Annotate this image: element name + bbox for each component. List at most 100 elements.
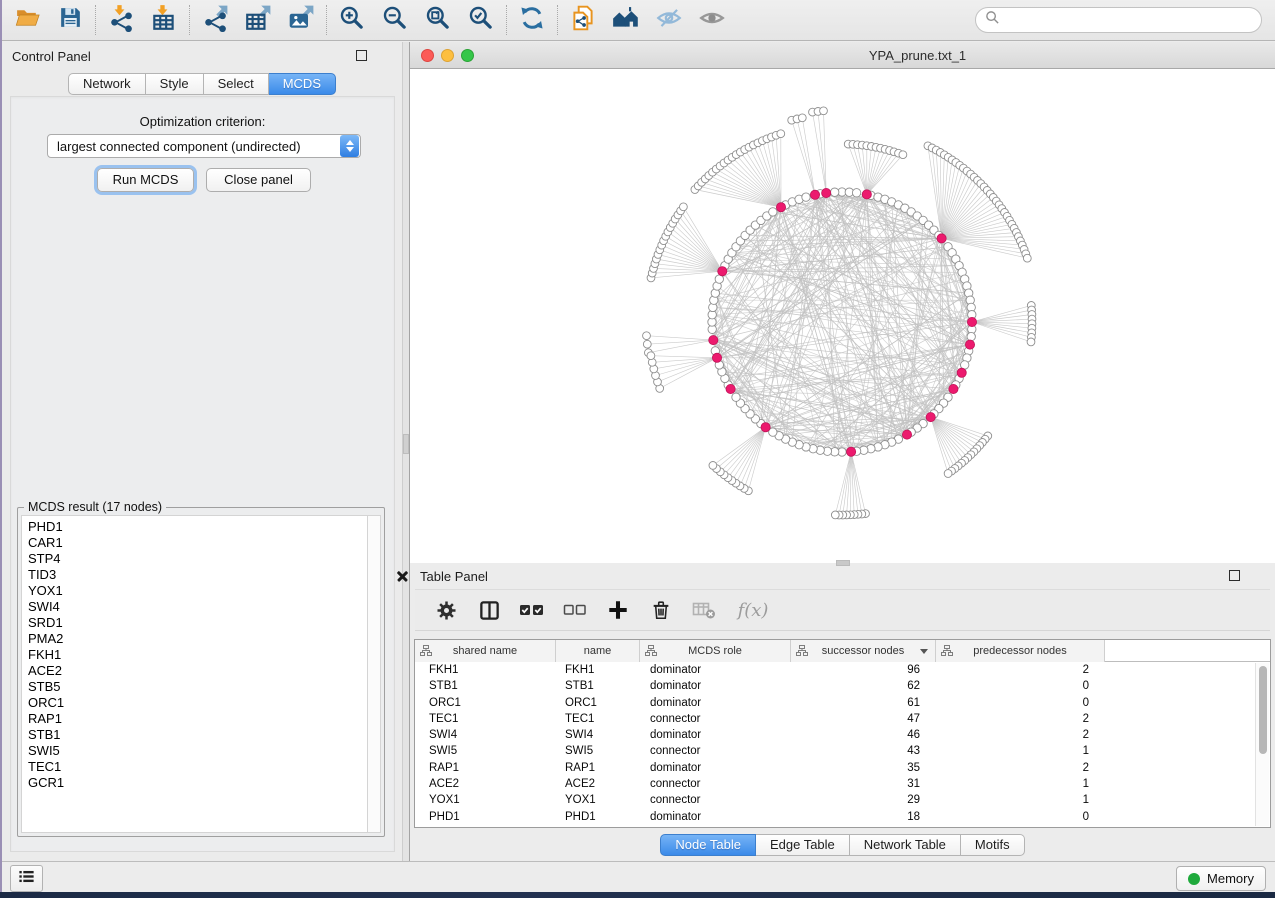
delete-column-icon[interactable] [648,597,674,623]
table-row[interactable]: YOX1YOX1connector291 [415,792,1270,808]
memory-button[interactable]: Memory [1176,866,1266,891]
table-scrollbar[interactable] [1255,663,1269,826]
network-canvas[interactable] [410,69,1275,563]
tab-edge-table[interactable]: Edge Table [756,834,850,856]
float-table-panel-icon[interactable] [1229,570,1240,581]
refresh-button[interactable] [516,4,548,36]
network-graph[interactable] [410,69,1275,563]
table-row[interactable]: ORC1ORC1dominator610 [415,695,1270,711]
open-file-button[interactable] [11,4,43,36]
cell-name: SWI5 [556,743,640,759]
table-row[interactable]: SWI5SWI5connector431 [415,743,1270,759]
mcds-result-item[interactable]: SWI4 [28,599,367,615]
add-column-icon[interactable] [605,597,631,623]
table-row[interactable]: RAP1RAP1dominator352 [415,760,1270,776]
mcds-result-item[interactable]: SWI5 [28,743,367,759]
hide-selected-button[interactable] [653,4,685,36]
mcds-result-item[interactable]: STB1 [28,727,367,743]
show-all-button[interactable] [696,4,728,36]
close-table-panel-icon[interactable] [397,570,408,581]
search-box[interactable] [975,7,1262,33]
select-all-columns-icon[interactable] [519,597,545,623]
mcds-result-item[interactable]: YOX1 [28,583,367,599]
export-table-button[interactable] [242,4,274,36]
zoom-fit-button[interactable] [422,4,454,36]
table-row[interactable]: FKH1FKH1dominator962 [415,662,1270,678]
import-network-button[interactable] [105,4,137,36]
table-row[interactable]: SWI4SWI4dominator462 [415,727,1270,743]
maximize-window-icon[interactable] [461,49,474,62]
column-header-name[interactable]: name [556,640,640,662]
mcds-result-item[interactable]: CAR1 [28,535,367,551]
tab-mcds[interactable]: MCDS [269,73,336,95]
mcds-result-item[interactable]: ORC1 [28,695,367,711]
mcds-result-item[interactable]: SRD1 [28,615,367,631]
mcds-result-item[interactable]: PHD1 [28,519,367,535]
tab-network-table[interactable]: Network Table [850,834,961,856]
cell-MCDS-role: dominator [640,809,791,825]
tab-node-table[interactable]: Node Table [660,834,756,856]
tab-style[interactable]: Style [146,73,204,95]
mcds-result-item[interactable]: RAP1 [28,711,367,727]
table-body: FKH1FKH1dominator962STB1STB1dominator620… [415,662,1270,825]
import-table-button[interactable] [148,4,180,36]
mcds-result-list[interactable]: PHD1CAR1STP4TID3YOX1SWI4SRD1PMA2FKH1ACE2… [21,515,367,833]
column-header-predecessor-nodes[interactable]: predecessor nodes [936,640,1105,662]
column-header-shared-name[interactable]: shared name [415,640,556,662]
panel-splitter[interactable] [402,42,410,861]
tab-network[interactable]: Network [68,73,146,95]
function-builder-icon[interactable]: f(x) [734,597,772,623]
run-mcds-button[interactable]: Run MCDS [97,168,194,192]
table-row[interactable]: PHD1PHD1dominator180 [415,809,1270,825]
delete-table-icon[interactable] [691,597,717,623]
minimize-window-icon[interactable] [441,49,454,62]
cell-name: FKH1 [556,662,640,678]
zoom-out-button[interactable] [379,4,411,36]
column-header-successor-nodes[interactable]: successor nodes [791,640,936,662]
table-row[interactable]: TEC1TEC1connector472 [415,711,1270,727]
cell-shared-name: RAP1 [415,760,556,776]
close-panel-button[interactable]: Close panel [206,168,311,192]
clone-network-button[interactable] [567,4,599,36]
table-options-gear-icon[interactable] [433,597,459,623]
zoom-in-button[interactable] [336,4,368,36]
cell-MCDS-role: dominator [640,662,791,678]
mcds-result-item[interactable]: GCR1 [28,775,367,791]
control-panel-title: Control Panel [12,49,91,64]
export-network-button[interactable] [199,4,231,36]
mcds-result-item[interactable]: TEC1 [28,759,367,775]
close-window-icon[interactable] [421,49,434,62]
table-panel-grabber[interactable] [836,560,850,566]
column-visibility-icon[interactable] [476,597,502,623]
table-scrollbar-thumb[interactable] [1259,666,1267,754]
result-scrollbar[interactable] [367,515,381,833]
optimization-criterion-select[interactable]: largest connected component (undirected) [47,134,361,158]
mcds-result-item[interactable]: ACE2 [28,663,367,679]
mcds-result-item[interactable]: STB5 [28,679,367,695]
first-neighbors-button[interactable] [610,4,642,36]
search-input[interactable] [1006,13,1252,28]
splitter-handle[interactable] [403,434,409,454]
float-panel-icon[interactable] [356,50,367,61]
cell-MCDS-role: dominator [640,727,791,743]
table-row[interactable]: ACE2ACE2connector311 [415,776,1270,792]
tab-select[interactable]: Select [204,73,269,95]
cell-predecessor-nodes: 0 [936,695,1105,711]
task-history-button[interactable] [10,865,43,892]
save-session-button[interactable] [54,4,86,36]
zoom-selected-button[interactable] [465,4,497,36]
mcds-result-item[interactable]: TID3 [28,567,367,583]
cell-shared-name: STB1 [415,678,556,694]
column-header-MCDS-role[interactable]: MCDS role [640,640,791,662]
cytoscape-window: Control Panel NetworkStyleSelectMCDS Opt… [2,0,1275,893]
table-row[interactable]: STB1STB1dominator620 [415,678,1270,694]
export-image-button[interactable] [285,4,317,36]
task-list-icon [17,867,36,891]
mcds-result-item[interactable]: STP4 [28,551,367,567]
network-window-titlebar[interactable]: YPA_prune.txt_1 [410,42,1275,69]
mcds-result-item[interactable]: FKH1 [28,647,367,663]
deselect-all-columns-icon[interactable] [562,597,588,623]
desktop: Control Panel NetworkStyleSelectMCDS Opt… [0,0,1275,898]
mcds-result-item[interactable]: PMA2 [28,631,367,647]
tab-motifs[interactable]: Motifs [961,834,1025,856]
